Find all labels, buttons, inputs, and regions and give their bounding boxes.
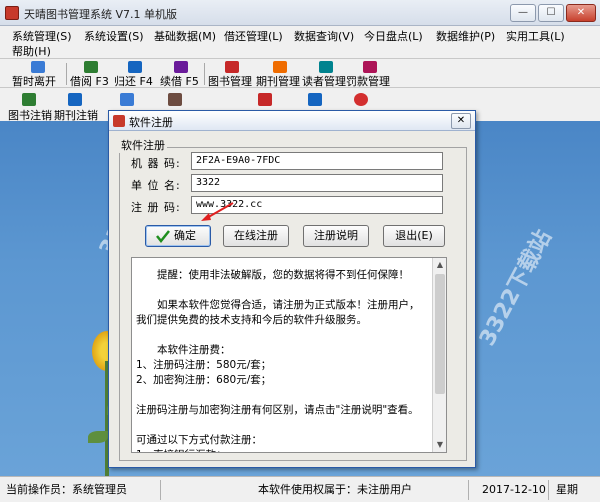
menu-tools[interactable]: 实用工具(L) bbox=[506, 28, 565, 44]
fine-manage-button[interactable]: 罚款管理 bbox=[346, 61, 394, 88]
close-button[interactable]: ✕ bbox=[566, 4, 596, 22]
status-rights: 本软件使用权属于：未注册用户 bbox=[258, 483, 412, 496]
notice-textarea[interactable]: 提醒：使用非法破解版，您的数据将得不到任何保障！ 如果本软件您觉得合适，请注册为… bbox=[131, 257, 447, 453]
online-register-button[interactable]: 在线注册 bbox=[223, 225, 289, 247]
status-bar: 当前操作员：系统管理员 本软件使用权属于：未注册用户 2017-12-10 星期 bbox=[0, 476, 600, 502]
borrow-book-icon bbox=[84, 61, 98, 73]
dialog-close-button[interactable]: ✕ bbox=[451, 113, 471, 129]
borrow-button[interactable]: 借阅 F3 bbox=[70, 61, 112, 88]
reg-code-label: 注 册 码: bbox=[131, 201, 181, 214]
menu-data-query[interactable]: 数据查询(V) bbox=[294, 28, 354, 44]
cancel-book-icon[interactable] bbox=[22, 93, 36, 106]
status-weekday: 星期 bbox=[556, 483, 578, 496]
scroll-up-icon[interactable]: ▲ bbox=[433, 258, 446, 272]
menu-data-maintain[interactable]: 数据维护(P) bbox=[436, 28, 495, 44]
cancel-journal-icon[interactable] bbox=[68, 93, 82, 106]
book-icon bbox=[225, 61, 239, 73]
register-info-button[interactable]: 注册说明 bbox=[303, 225, 369, 247]
confirm-button[interactable]: 确定 bbox=[145, 225, 211, 247]
status-date: 2017-12-10 bbox=[482, 483, 546, 496]
menu-base-data[interactable]: 基础数据(M) bbox=[154, 28, 216, 44]
journal-icon bbox=[273, 61, 287, 73]
return-button[interactable]: 归还 F4 bbox=[114, 61, 156, 88]
menu-system-settings[interactable]: 系统设置(S) bbox=[84, 28, 144, 44]
minimize-button[interactable]: — bbox=[510, 4, 536, 22]
window-title: 天晴图书管理系统 V7.1 单机版 bbox=[24, 8, 178, 21]
maximize-button[interactable]: ☐ bbox=[538, 4, 564, 22]
search-icon[interactable] bbox=[120, 93, 134, 106]
machine-code-field[interactable]: 2F2A-E9A0-7FDC bbox=[191, 152, 443, 170]
dialog-title-bar: 软件注册 ✕ bbox=[109, 111, 475, 131]
group-label: 软件注册 bbox=[119, 137, 167, 153]
reader-manage-button[interactable]: 读者管理 bbox=[302, 61, 350, 88]
journal-manage-button[interactable]: 期刊管理 bbox=[256, 61, 304, 88]
logout-arrow-icon bbox=[31, 61, 45, 73]
scroll-thumb[interactable] bbox=[435, 274, 445, 394]
scroll-down-icon[interactable]: ▼ bbox=[433, 438, 446, 452]
exit-button[interactable]: 退出(E) bbox=[383, 225, 445, 247]
help-book-icon[interactable] bbox=[308, 93, 322, 106]
reader-icon bbox=[319, 61, 333, 73]
exit-icon[interactable] bbox=[354, 93, 368, 106]
toolbar-separator bbox=[66, 63, 67, 85]
unit-name-label: 单 位 名: bbox=[131, 179, 181, 192]
menu-today-check[interactable]: 今日盘点(L) bbox=[364, 28, 423, 44]
book-manage-button[interactable]: 图书管理 bbox=[208, 61, 256, 88]
check-icon bbox=[156, 230, 170, 243]
toolbar-separator bbox=[204, 63, 205, 85]
menu-system-manage[interactable]: 系统管理(S) bbox=[12, 28, 72, 44]
title-bar: 天晴图书管理系统 V7.1 单机版 — ☐ ✕ bbox=[0, 0, 600, 26]
calendar-icon[interactable] bbox=[258, 93, 272, 106]
fine-icon bbox=[363, 61, 377, 73]
machine-code-label: 机 器 码: bbox=[131, 157, 181, 170]
renew-button[interactable]: 续借 F5 bbox=[160, 61, 202, 88]
renew-icon bbox=[174, 61, 188, 73]
report-icon[interactable] bbox=[168, 93, 182, 106]
app-icon bbox=[5, 6, 19, 20]
dialog-app-icon bbox=[113, 115, 125, 127]
notice-scrollbar[interactable]: ▲ ▼ bbox=[432, 258, 446, 452]
registration-dialog: 软件注册 ✕ 软件注册 机 器 码: 2F2A-E9A0-7FDC 单 位 名:… bbox=[108, 110, 476, 468]
sunflower-decoration bbox=[12, 121, 129, 476]
main-toolbar: 暂时离开 借阅 F3 归还 F4 续借 F5 图书管理 期刊管理 读者管理 罚款… bbox=[0, 58, 600, 88]
menu-bar: 系统管理(S) 系统设置(S) 基础数据(M) 借还管理(L) 数据查询(V) … bbox=[0, 26, 600, 58]
watermark: 3322下载站 bbox=[474, 226, 557, 351]
notice-text: 提醒：使用非法破解版，您的数据将得不到任何保障！ 如果本软件您觉得合适，请注册为… bbox=[136, 269, 420, 452]
red-arrow-annotation bbox=[201, 202, 234, 221]
unit-name-field[interactable]: 3322 bbox=[191, 174, 443, 192]
dialog-title: 软件注册 bbox=[129, 116, 173, 129]
status-operator: 当前操作员：系统管理员 bbox=[6, 483, 127, 496]
leave-button[interactable]: 暂时离开 bbox=[12, 61, 64, 88]
return-book-icon bbox=[128, 61, 142, 73]
menu-help[interactable]: 帮助(H) bbox=[12, 43, 51, 59]
menu-borrow-return[interactable]: 借还管理(L) bbox=[224, 28, 283, 44]
